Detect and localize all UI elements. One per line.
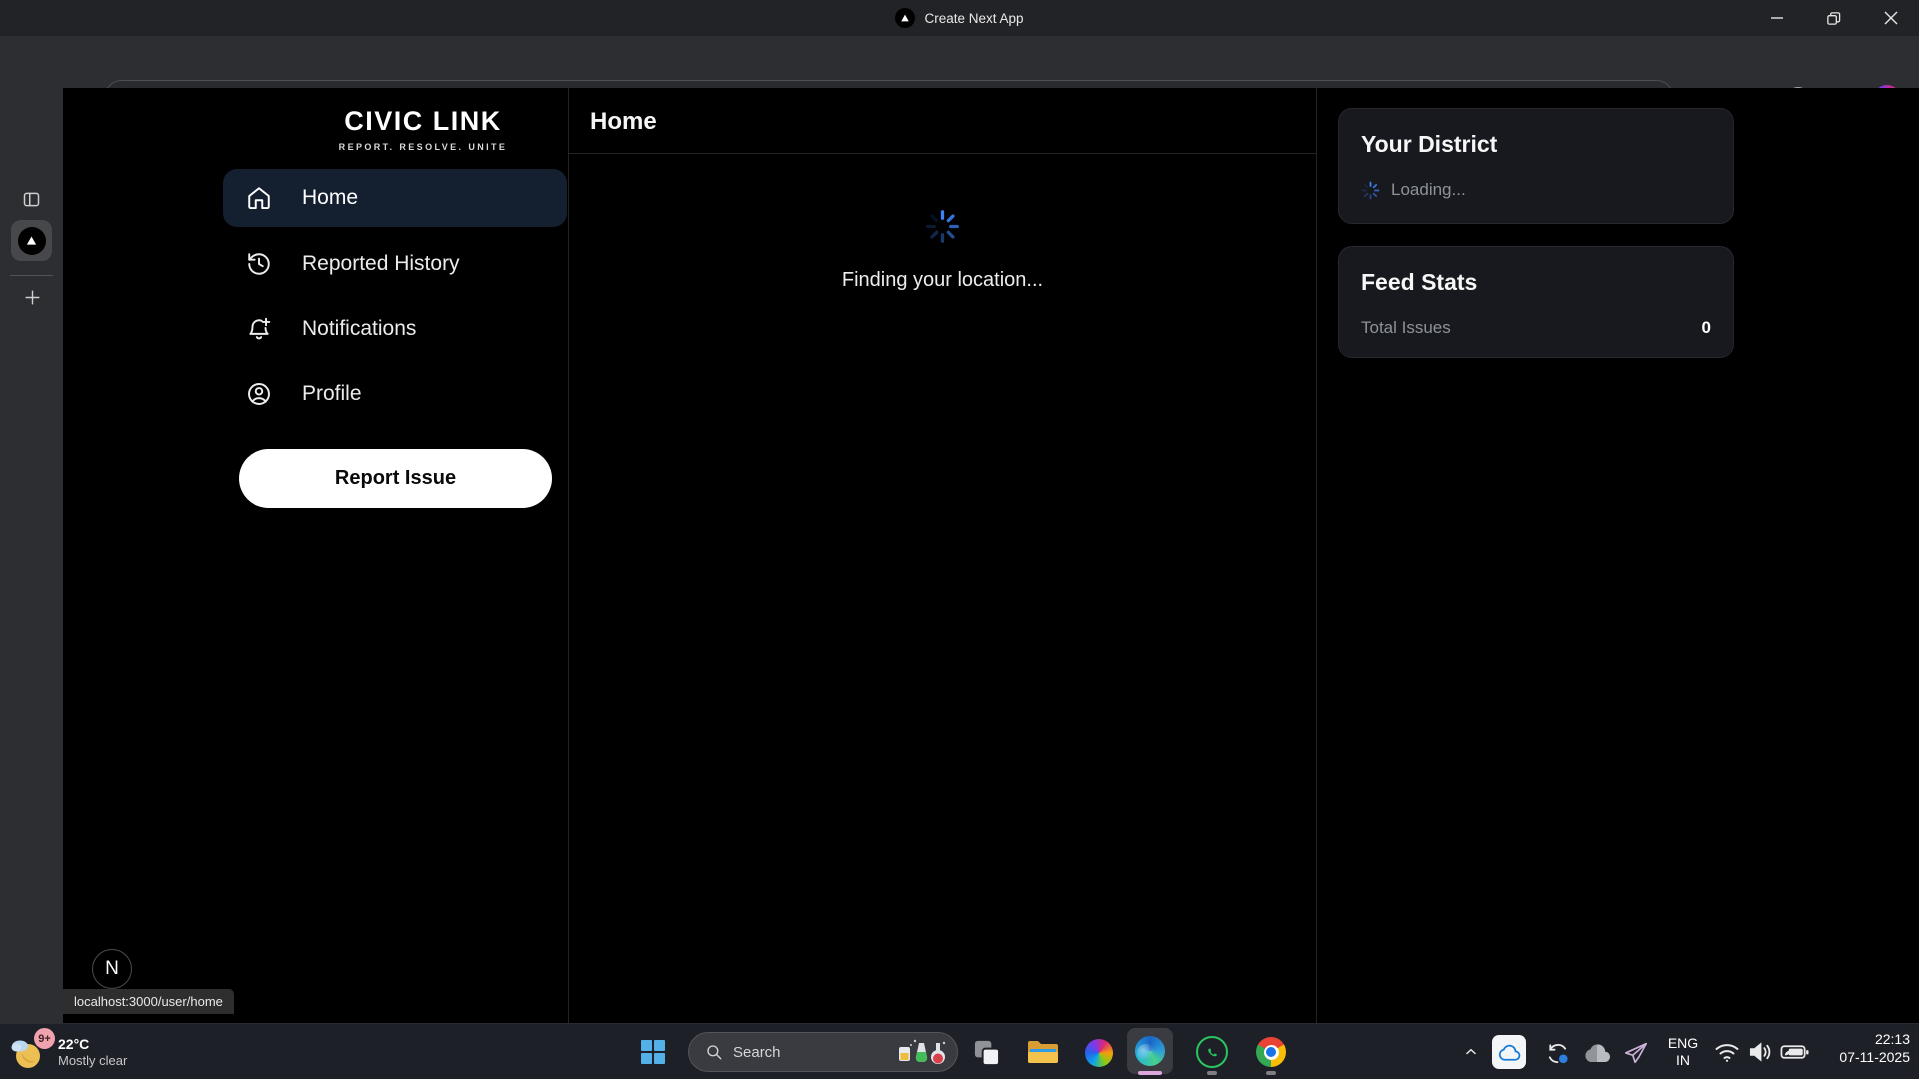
- feed-stats-title: Feed Stats: [1361, 269, 1711, 296]
- header-divider: [569, 153, 1316, 154]
- taskbar-copilot-button[interactable]: [1082, 1037, 1116, 1069]
- minimize-button[interactable]: [1748, 0, 1805, 36]
- language-line2: IN: [1676, 1052, 1690, 1069]
- tab-actions-icon[interactable]: [19, 187, 44, 212]
- file-explorer-button[interactable]: [1024, 1036, 1062, 1068]
- language-line1: ENG: [1668, 1035, 1698, 1052]
- search-label: Search: [733, 1044, 885, 1061]
- page-content: CIVIC LINK REPORT. RESOLVE. UNITE Home R…: [63, 88, 1919, 1023]
- sidebar-item-label: Reported History: [302, 252, 460, 276]
- edge-icon: [1135, 1036, 1165, 1066]
- district-loading-text: Loading...: [1391, 180, 1466, 200]
- weather-alert-badge: 9+: [34, 1028, 55, 1049]
- restore-button[interactable]: [1805, 0, 1862, 36]
- nextjs-favicon-icon: [18, 227, 46, 255]
- report-issue-button[interactable]: Report Issue: [239, 449, 552, 508]
- app-logo: CIVIC LINK: [223, 106, 623, 137]
- clock[interactable]: 22:13 07-11-2025: [1790, 1030, 1910, 1066]
- status-bar: localhost:3000/user/home: [63, 989, 234, 1014]
- new-tab-button[interactable]: [20, 285, 44, 309]
- sidebar-divider: [568, 88, 569, 1023]
- copilot-icon: [1085, 1039, 1113, 1067]
- weather-temp: 22°C: [58, 1036, 127, 1053]
- vertical-tab-strip: [0, 88, 63, 1023]
- close-button[interactable]: [1862, 0, 1919, 36]
- page-title: Home: [590, 108, 657, 136]
- total-issues-value: 0: [1702, 318, 1711, 338]
- window-titlebar: Create Next App: [0, 0, 1919, 36]
- whatsapp-button[interactable]: [1192, 1035, 1232, 1069]
- app-logo-tagline: REPORT. RESOLVE. UNITE: [223, 142, 623, 152]
- sidebar-item-profile[interactable]: Profile: [223, 365, 567, 423]
- taskbar: 9+ 22°C Mostly clear Search: [0, 1023, 1919, 1079]
- loading-spinner: [925, 209, 960, 244]
- feed-stats-row: Total Issues 0: [1361, 318, 1711, 338]
- nextjs-favicon-icon: [895, 8, 915, 28]
- main-divider-right: [1316, 88, 1317, 1023]
- whatsapp-icon: [1196, 1036, 1228, 1068]
- search-icon: [705, 1043, 723, 1061]
- your-district-card: Your District Loading...: [1338, 108, 1734, 224]
- weather-moon-icon: 9+: [8, 1033, 48, 1071]
- sidebar-item-reported-history[interactable]: Reported History: [223, 235, 567, 293]
- onedrive-tray-icon[interactable]: [1492, 1035, 1526, 1069]
- history-icon: [246, 251, 272, 277]
- browser-toolbar: localhost:3000/user/home: [0, 36, 1919, 88]
- send-tray-icon[interactable]: [1620, 1037, 1652, 1067]
- search-highlight-flasks-icon: [895, 1037, 947, 1067]
- edge-button[interactable]: [1127, 1028, 1173, 1074]
- sidebar-item-label: Notifications: [302, 317, 416, 341]
- feed-stats-card: Feed Stats Total Issues 0: [1338, 246, 1734, 358]
- cloud-tray-icon[interactable]: [1580, 1041, 1614, 1065]
- tab-title: Create Next App: [924, 11, 1023, 26]
- task-view-icon: [973, 1039, 1000, 1066]
- start-button[interactable]: [634, 1034, 672, 1070]
- taskbar-search[interactable]: Search: [688, 1032, 958, 1072]
- district-card-title: Your District: [1361, 131, 1711, 158]
- weather-widget[interactable]: 9+ 22°C Mostly clear: [8, 1028, 168, 1076]
- home-icon: [246, 185, 272, 211]
- tray-chevron-button[interactable]: [1458, 1040, 1484, 1064]
- chrome-running-indicator: [1266, 1071, 1276, 1075]
- finding-location-text: Finding your location...: [569, 269, 1316, 292]
- active-vertical-tab[interactable]: [11, 220, 52, 261]
- clock-date: 07-11-2025: [1790, 1048, 1910, 1066]
- strip-divider: [10, 275, 53, 276]
- sidebar-item-notifications[interactable]: Notifications: [223, 300, 567, 358]
- user-circle-icon: [246, 381, 272, 407]
- screen: Create Next App l: [0, 0, 1919, 1079]
- nextjs-dev-badge[interactable]: N: [92, 949, 132, 989]
- volume-icon[interactable]: [1745, 1039, 1775, 1065]
- language-switcher[interactable]: ENG IN: [1660, 1030, 1706, 1074]
- folder-icon: [1027, 1039, 1059, 1065]
- task-view-button[interactable]: [969, 1036, 1003, 1068]
- sidebar-item-label: Profile: [302, 382, 362, 406]
- whatsapp-running-indicator: [1207, 1071, 1217, 1075]
- sidebar-item-home[interactable]: Home: [223, 169, 567, 227]
- chrome-icon: [1256, 1037, 1286, 1067]
- windows-logo-icon: [640, 1039, 666, 1065]
- chrome-button[interactable]: [1253, 1036, 1289, 1068]
- sync-tray-icon[interactable]: [1542, 1038, 1572, 1068]
- clock-time: 22:13: [1790, 1030, 1910, 1048]
- active-tab[interactable]: Create Next App: [0, 0, 1919, 36]
- weather-condition: Mostly clear: [58, 1053, 127, 1068]
- sidebar-item-label: Home: [302, 186, 358, 210]
- bell-plus-icon: [246, 316, 272, 342]
- wifi-icon[interactable]: [1712, 1039, 1742, 1065]
- edge-running-indicator: [1138, 1071, 1162, 1075]
- total-issues-label: Total Issues: [1361, 318, 1451, 338]
- district-loading-spinner: [1361, 181, 1380, 200]
